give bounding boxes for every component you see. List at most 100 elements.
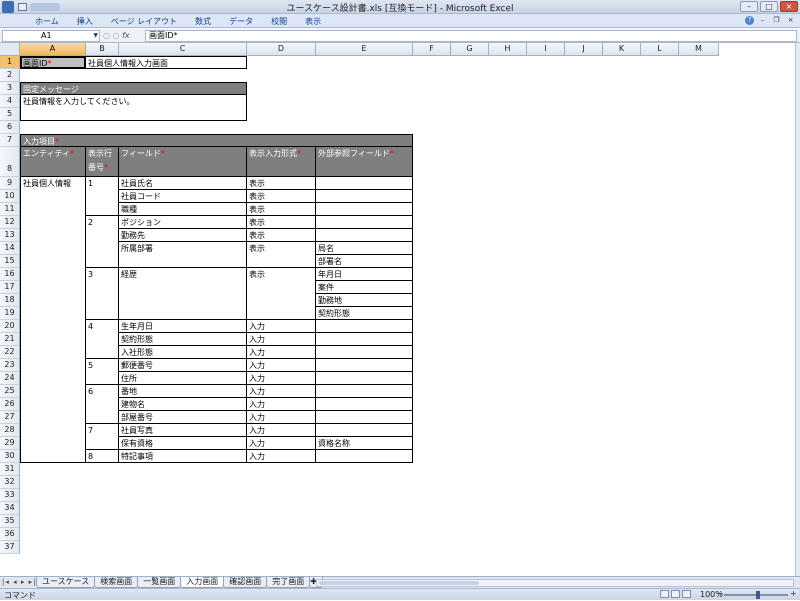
name-box[interactable]: A1 ▼ (2, 30, 100, 42)
row-header[interactable]: 16 (0, 268, 20, 281)
page-break-view-icon[interactable] (682, 590, 691, 598)
fixed-message-cell[interactable]: 社員情報を入力してください。 (20, 95, 247, 121)
field-cell[interactable]: 生年月日 (119, 320, 247, 333)
row-header[interactable]: 26 (0, 398, 20, 411)
sheet-tab[interactable]: 入力画面 (180, 577, 225, 588)
row-header[interactable]: 9 (0, 177, 20, 190)
row-header[interactable]: 15 (0, 255, 20, 268)
row-header[interactable]: 13 (0, 229, 20, 242)
chevron-down-icon[interactable]: ▼ (93, 31, 98, 41)
format-cell[interactable]: 入力 (247, 320, 316, 333)
row-number-cell[interactable]: 7 (86, 424, 119, 450)
sheet-tab[interactable]: 検索画面 (94, 577, 139, 588)
column-header-k[interactable]: K (603, 43, 641, 56)
format-cell[interactable]: 入力 (247, 346, 316, 359)
format-cell[interactable]: 入力 (247, 450, 316, 463)
column-header-e[interactable]: E (316, 43, 413, 56)
row-header[interactable]: 28 (0, 424, 20, 437)
column-header-a[interactable]: A (20, 43, 86, 56)
field-cell[interactable]: 番地 (119, 385, 247, 398)
field-cell[interactable]: 保有資格 (119, 437, 247, 450)
row-header[interactable]: 30 (0, 450, 20, 463)
format-cell[interactable]: 入力 (247, 424, 316, 437)
row-header[interactable]: 20 (0, 320, 20, 333)
field-cell[interactable]: 社員氏名 (119, 177, 247, 190)
formula-input[interactable]: 画面ID* (145, 30, 797, 42)
external-ref-cell[interactable] (316, 424, 413, 437)
select-all-corner[interactable] (0, 43, 20, 56)
row-header[interactable]: 19 (0, 307, 20, 320)
column-header-l[interactable]: L (641, 43, 679, 56)
field-cell[interactable]: 社員写真 (119, 424, 247, 437)
zoom-slider-thumb[interactable] (756, 591, 760, 599)
row-number-cell[interactable]: 4 (86, 320, 119, 359)
restore-workbook-icon[interactable]: ❐ (771, 16, 782, 25)
row-header[interactable]: 1 (0, 56, 20, 69)
sheet-tab[interactable]: ユースケース (36, 577, 96, 588)
external-ref-cell[interactable] (316, 203, 413, 216)
horizontal-scroll-thumb[interactable] (319, 581, 479, 585)
vertical-scrollbar[interactable] (795, 43, 800, 576)
column-header-h[interactable]: H (489, 43, 527, 56)
external-ref-cell[interactable]: 契約形態 (316, 307, 413, 320)
external-ref-cell[interactable]: 年月日 (316, 268, 413, 281)
field-cell[interactable]: 経歴 (119, 268, 247, 320)
field-cell[interactable]: 入社形態 (119, 346, 247, 359)
screen-name-cell[interactable]: 社員個人情報入力画面 (86, 56, 247, 69)
format-cell[interactable]: 入力 (247, 411, 316, 424)
row-header[interactable]: 32 (0, 476, 20, 489)
maximize-button[interactable]: □ (760, 1, 778, 12)
format-cell[interactable]: 入力 (247, 359, 316, 372)
function-icon[interactable]: ◌ ◌ fx (103, 30, 141, 42)
row-header[interactable]: 17 (0, 281, 20, 294)
row-number-cell[interactable]: 8 (86, 450, 119, 463)
ribbon-tab[interactable]: 校閲 (262, 16, 296, 27)
minimize-button[interactable]: – (740, 1, 758, 12)
ribbon-tab[interactable]: ホーム (26, 16, 68, 27)
external-ref-cell[interactable]: 案件 (316, 281, 413, 294)
row-number-cell[interactable]: 2 (86, 216, 119, 268)
row-header[interactable]: 31 (0, 463, 20, 476)
column-header-i[interactable]: I (527, 43, 565, 56)
external-ref-cell[interactable]: 部署名 (316, 255, 413, 268)
sheet-tab[interactable]: 完了画面 (266, 577, 311, 588)
sheet-tab[interactable]: 確認画面 (223, 577, 268, 588)
row-header[interactable]: 5 (0, 108, 20, 121)
row-header[interactable]: 2 (0, 69, 20, 82)
input-items-header[interactable]: 入力項目* (20, 134, 413, 147)
field-cell[interactable]: 職種 (119, 203, 247, 216)
screen-id-label-cell[interactable]: 画面ID* (20, 56, 86, 69)
external-ref-cell[interactable] (316, 359, 413, 372)
external-ref-cell[interactable] (316, 333, 413, 346)
external-ref-cell[interactable] (316, 398, 413, 411)
column-header-d[interactable]: D (247, 43, 316, 56)
sheet-nav-arrows-icon[interactable]: |◂ ◂ ▸ ▸| (2, 578, 36, 586)
format-cell[interactable]: 表示 (247, 242, 316, 268)
close-workbook-icon[interactable]: × (785, 16, 796, 25)
ribbon-tab[interactable]: データ (220, 16, 262, 27)
field-cell[interactable]: 社員コード (119, 190, 247, 203)
format-cell[interactable]: 入力 (247, 385, 316, 398)
field-cell[interactable]: ポジション (119, 216, 247, 229)
format-header[interactable]: 表示入力形式* (247, 147, 316, 177)
external-ref-cell[interactable] (316, 372, 413, 385)
external-ref-cell[interactable] (316, 320, 413, 333)
field-cell[interactable]: 勤務先 (119, 229, 247, 242)
ribbon-tab[interactable]: ページ レイアウト (102, 16, 186, 27)
row-number-cell[interactable]: 5 (86, 359, 119, 385)
row-header[interactable]: 33 (0, 489, 20, 502)
external-ref-cell[interactable] (316, 346, 413, 359)
format-cell[interactable]: 入力 (247, 333, 316, 346)
help-icon[interactable]: ? (745, 16, 754, 25)
column-header-m[interactable]: M (679, 43, 719, 56)
field-cell[interactable]: 契約形態 (119, 333, 247, 346)
fixed-message-header[interactable]: 固定メッセージ (20, 82, 247, 95)
row-header[interactable]: 21 (0, 333, 20, 346)
close-button[interactable]: × (780, 1, 798, 12)
format-cell[interactable]: 入力 (247, 372, 316, 385)
row-header[interactable]: 10 (0, 190, 20, 203)
field-cell[interactable]: 建物名 (119, 398, 247, 411)
external-ref-header[interactable]: 外部参照フィールド* (316, 147, 413, 177)
format-cell[interactable]: 表示 (247, 190, 316, 203)
external-ref-cell[interactable] (316, 229, 413, 242)
